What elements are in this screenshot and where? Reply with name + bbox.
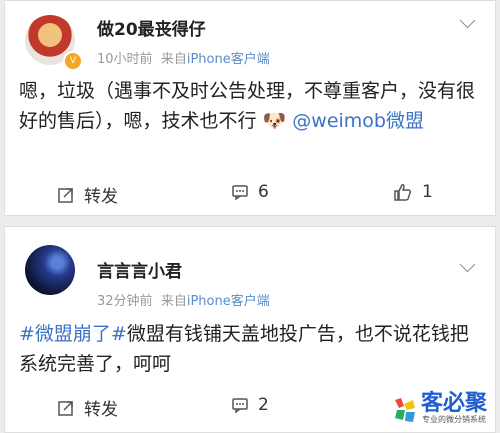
- comment-count: 6: [258, 182, 269, 202]
- post-meta: 32分钟前 来自iPhone客户端: [97, 290, 270, 309]
- hashtag-link[interactable]: #微盟崩了#: [19, 323, 127, 345]
- post-source[interactable]: iPhone客户端: [187, 294, 270, 309]
- post-card-2: 言言言小君 32分钟前 来自iPhone客户端 #微盟崩了#微盟有钱铺天盖地投广…: [4, 226, 496, 433]
- emoji-icon: 🐶: [262, 110, 287, 132]
- repost-icon: [58, 400, 73, 416]
- source-prefix: 来自: [160, 294, 187, 309]
- post-time: 32分钟前: [97, 294, 153, 309]
- post-source[interactable]: iPhone客户端: [187, 52, 270, 67]
- source-prefix: 来自: [160, 52, 187, 67]
- brand-logo-icon: [394, 398, 415, 422]
- verified-badge-icon: V: [63, 51, 83, 71]
- comment-button[interactable]: 6: [231, 182, 269, 202]
- post-username[interactable]: 做20最丧得仔: [97, 15, 206, 40]
- comment-button[interactable]: 2: [231, 395, 269, 415]
- comment-icon: [232, 398, 248, 414]
- repost-button[interactable]: 转发: [57, 395, 118, 420]
- comment-icon: [232, 185, 248, 201]
- repost-button[interactable]: 转发: [57, 182, 118, 207]
- post-text: #微盟崩了#微盟有钱铺天盖地投广告，也不说花钱把系统完善了，呵呵: [19, 319, 479, 379]
- watermark-brand: 客必聚: [420, 391, 487, 416]
- post-meta: 10小时前 来自iPhone客户端: [97, 48, 270, 67]
- watermark: 客必聚 专业的微分销系统: [391, 393, 487, 425]
- comment-count: 2: [258, 395, 269, 415]
- like-button[interactable]: 1: [393, 182, 433, 202]
- watermark-tagline: 专业的微分销系统: [421, 415, 486, 424]
- chevron-down-icon[interactable]: [459, 256, 476, 273]
- avatar[interactable]: [25, 245, 75, 295]
- like-count: 1: [422, 182, 433, 202]
- chevron-down-icon[interactable]: [459, 12, 476, 29]
- repost-label: 转发: [84, 187, 118, 207]
- post-username[interactable]: 言言言小君: [97, 257, 182, 282]
- post-text: 嗯，垃圾（遇事不及时公告处理，不尊重客户，没有很好的售后），嗯，技术也不行 🐶 …: [19, 76, 479, 136]
- post-card-1: V 做20最丧得仔 10小时前 来自iPhone客户端 嗯，垃圾（遇事不及时公告…: [4, 0, 496, 216]
- repost-icon: [58, 187, 73, 203]
- mention-link[interactable]: @weimob微盟: [292, 110, 424, 132]
- post-time: 10小时前: [97, 52, 153, 67]
- repost-label: 转发: [84, 400, 118, 420]
- like-icon: [394, 184, 412, 201]
